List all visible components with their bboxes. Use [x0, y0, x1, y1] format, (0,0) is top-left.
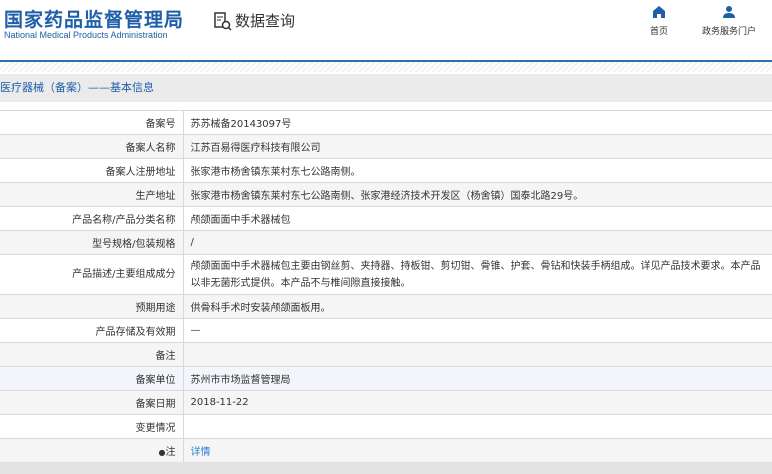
table-row: 预期用途 供骨科手术时安装颅颌面板用。: [0, 294, 772, 319]
row-value: [183, 414, 772, 439]
row-value: /: [183, 230, 772, 255]
row-value: —: [183, 318, 772, 343]
row-label: ●注: [0, 438, 184, 463]
table-row: 备案人注册地址 张家港市杨舍镇东莱村东七公路南侧。: [0, 158, 772, 183]
row-value: 张家港市杨舍镇东莱村东七公路南侧、张家港经济技术开发区（杨舍镇）国泰北路29号。: [183, 182, 772, 207]
table-row: 生产地址 张家港市杨舍镇东莱村东七公路南侧、张家港经济技术开发区（杨舍镇）国泰北路…: [0, 182, 772, 207]
table-row: 备注: [0, 342, 772, 367]
decorative-stripe: [0, 62, 772, 72]
nav-home-label: 首页: [650, 27, 669, 37]
row-label: 产品名称/产品分类名称: [0, 206, 184, 231]
row-value: 江苏百易得医疗科技有限公司: [183, 134, 772, 159]
data-query-title: 数据查询: [213, 10, 295, 31]
row-label: 备案日期: [0, 390, 184, 415]
breadcrumb: 医疗器械（备案）——基本信息: [0, 74, 772, 102]
row-label: 备注: [0, 342, 184, 367]
row-label-text: 预期用途: [135, 303, 176, 314]
nav-service-portal[interactable]: 政务服务门户: [702, 6, 756, 37]
query-label: 数据查询: [235, 12, 296, 30]
table-row: ●注 详情: [0, 438, 772, 463]
table-row: 备案单位 苏州市市场监督管理局: [0, 366, 772, 391]
row-label: 变更情况: [0, 414, 184, 439]
row-label: 型号规格/包装规格: [0, 230, 184, 255]
site-header: 国家药品监督管理局 National Medical Products Admi…: [0, 0, 772, 61]
home-icon: [653, 6, 665, 18]
detail-table: 备案号 苏苏械备20143097号 备案人名称 江苏百易得医疗科技有限公司 备案人注册地…: [0, 110, 772, 463]
row-value: 颅颌面面中手术器械包: [183, 206, 772, 231]
table-row: 备案人名称 江苏百易得医疗科技有限公司: [0, 134, 772, 159]
row-label-text: 产品名称/产品分类名称: [72, 215, 176, 226]
row-value: 详情: [183, 438, 772, 463]
row-value: [183, 342, 772, 367]
table-row: 产品存储及有效期 —: [0, 318, 772, 343]
nav-home[interactable]: 首页: [650, 6, 668, 37]
table-row: 变更情况: [0, 414, 772, 439]
row-value: 2018-11-22: [183, 390, 772, 415]
row-value: 苏苏械备20143097号: [183, 110, 772, 135]
row-label: 备案人注册地址: [0, 158, 184, 183]
user-icon: [723, 6, 735, 18]
row-label: 生产地址: [0, 182, 184, 207]
row-value: 供骨科手术时安装颅颌面板用。: [183, 294, 772, 319]
row-label-text: 生产地址: [135, 191, 176, 202]
row-label: 产品存储及有效期: [0, 318, 184, 343]
row-label-text: 变更情况: [135, 423, 176, 434]
logo-subtitle: National Medical Products Administration: [4, 30, 168, 40]
row-label-text: 备案日期: [135, 399, 176, 410]
row-label: 备案单位: [0, 366, 184, 391]
footer-bar: [0, 462, 772, 474]
row-value: 张家港市杨舍镇东莱村东七公路南侧。: [183, 158, 772, 183]
row-label-text: 备案单位: [135, 375, 176, 386]
pin-icon: ●: [158, 448, 166, 458]
row-label: 备案人名称: [0, 134, 184, 159]
details-link[interactable]: 详情: [191, 447, 211, 458]
nav-service-label: 政务服务门户: [702, 27, 757, 37]
row-value: 颅颌面面中手术器械包主要由钢丝剪、夹持器、持板钳、剪切钳、骨锥、护套、骨钻和快装…: [183, 254, 772, 295]
table-row: 备案号 苏苏械备20143097号: [0, 110, 772, 135]
document-search-icon: [214, 11, 232, 31]
row-label-text: 备案号: [145, 119, 176, 130]
row-label: 产品描述/主要组成成分: [0, 254, 184, 295]
table-row: 备案日期 2018-11-22: [0, 390, 772, 415]
row-label-text: 产品存储及有效期: [95, 327, 176, 338]
table-row: 产品名称/产品分类名称 颅颌面面中手术器械包: [0, 206, 772, 231]
logo-title[interactable]: 国家药品监督管理局: [4, 5, 184, 32]
row-value: 苏州市市场监督管理局: [183, 366, 772, 391]
row-label-text: 产品描述/主要组成成分: [72, 269, 176, 280]
row-label-text: 型号规格/包装规格: [92, 239, 176, 250]
row-label-text: 备注: [155, 351, 176, 362]
row-label-text: 备案人注册地址: [105, 167, 176, 178]
row-label-text: 备案人名称: [125, 143, 176, 154]
row-label-text: 注: [165, 447, 176, 459]
table-row: 产品描述/主要组成成分 颅颌面面中手术器械包主要由钢丝剪、夹持器、持板钳、剪切钳、…: [0, 254, 772, 295]
row-label: 备案号: [0, 110, 184, 135]
row-label: 预期用途: [0, 294, 184, 319]
table-row: 型号规格/包装规格 /: [0, 230, 772, 255]
